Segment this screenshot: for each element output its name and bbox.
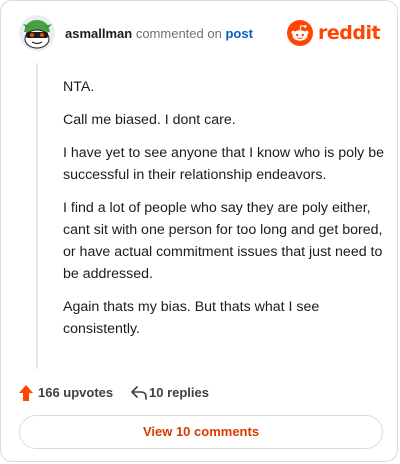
view-comments-button[interactable]: View 10 comments: [19, 415, 383, 449]
thread-line: [36, 63, 38, 369]
post-link[interactable]: post: [225, 26, 252, 41]
reply-count[interactable]: 10 replies: [149, 385, 209, 400]
byline-verb: commented on: [135, 26, 222, 41]
comment-paragraph: I have yet to see anyone that I know who…: [63, 145, 384, 183]
snoo-avatar-icon: [19, 15, 55, 51]
comment-header: asmallman commented on post reddit: [19, 15, 383, 51]
comment-paragraph: Call me biased. I dont care.: [63, 112, 236, 128]
reply-arrow-icon[interactable]: [131, 386, 147, 400]
comment-body: NTA. Call me biased. I dont care. I have…: [63, 76, 385, 351]
comment-paragraph: I find a lot of people who say they are …: [63, 200, 383, 282]
comment-card: asmallman commented on post reddit NTA. …: [0, 0, 398, 462]
upvote-arrow-icon[interactable]: [19, 385, 33, 401]
upvote-count[interactable]: 166 upvotes: [38, 385, 113, 400]
comment-byline: asmallman commented on post: [65, 26, 253, 42]
reddit-brand[interactable]: reddit: [287, 20, 383, 46]
comment-paragraph: NTA.: [63, 79, 95, 95]
user-avatar[interactable]: [19, 15, 55, 51]
reddit-wordmark: reddit: [318, 22, 381, 44]
reddit-logo-icon: [287, 20, 313, 46]
comment-paragraph: Again thats my bias. But thats what I se…: [63, 299, 320, 337]
username-link[interactable]: asmallman: [65, 26, 132, 41]
